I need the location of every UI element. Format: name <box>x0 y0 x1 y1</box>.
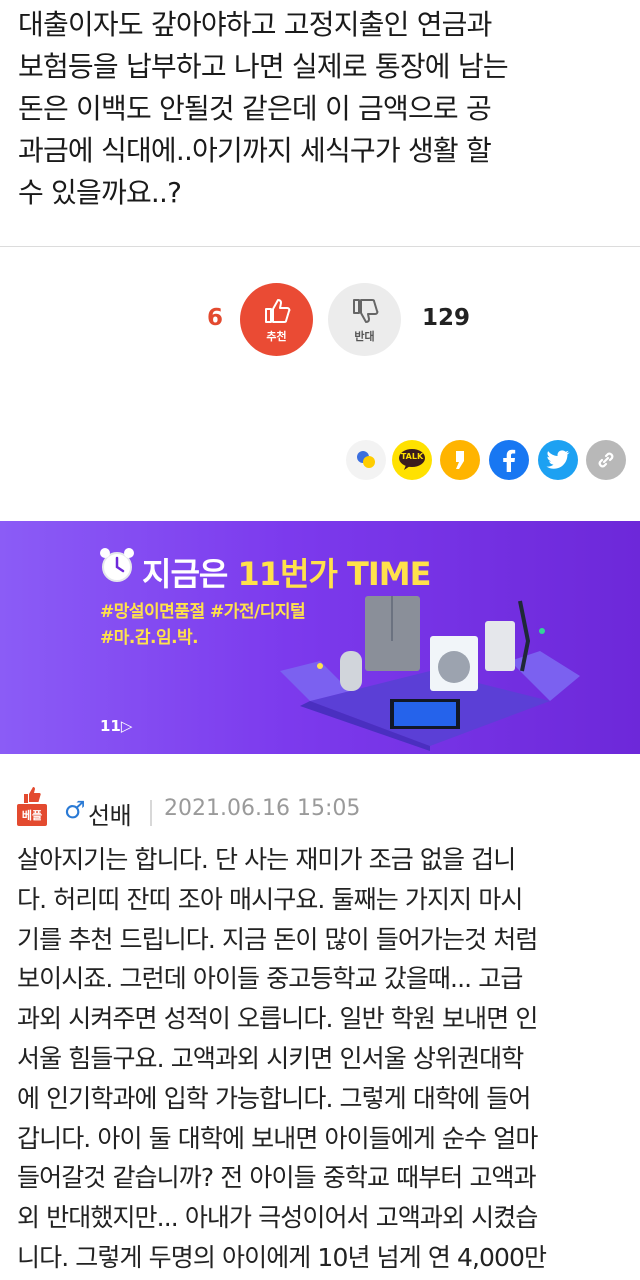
ad-hashtags-2: #마.감.임.박. <box>100 628 199 648</box>
comment-header: 베플 ♂ 선배 2021.06.16 15:05 <box>0 787 640 831</box>
thumbs-up-icon <box>264 298 290 323</box>
downvote-count: 129 <box>422 305 471 331</box>
facebook-icon[interactable] <box>489 440 529 480</box>
thumbs-down-icon <box>352 298 378 323</box>
kakaotalk-icon[interactable]: TALK <box>392 440 432 480</box>
twitter-icon[interactable] <box>538 440 578 480</box>
upvote-label: 추천 <box>266 329 287 343</box>
ad-banner[interactable]: 지금은 11번가 TIME #망설이면품절 #가전/디지털 #마.감.임.박. … <box>0 521 640 754</box>
comment-date: 2021.06.16 15:05 <box>164 796 361 821</box>
upvote-button[interactable]: 추천 <box>240 283 313 356</box>
post-body: 대출이자도 갚아야하고 고정지출인 연금과 보험등을 납부하고 나면 실제로 통… <box>0 0 640 246</box>
comment-text: 살아지기는 합니다. 단 사는 재미가 조금 없을 겁니 다. 허리띠 잔띠 조… <box>17 845 547 1272</box>
share-bar: TALK <box>0 440 640 480</box>
divider <box>0 246 640 247</box>
separator <box>150 800 152 826</box>
comment-author[interactable]: 선배 <box>88 796 132 831</box>
post-text: 대출이자도 갚아야하고 고정지출인 연금과 보험등을 납부하고 나면 실제로 통… <box>18 8 509 209</box>
alarm-clock-icon <box>100 548 134 582</box>
ad-brand-logo: 11▷ <box>100 717 133 735</box>
ad-title-prefix: 지금은 <box>142 555 238 593</box>
kakao-story-icon[interactable] <box>440 440 480 480</box>
best-thumb-icon <box>24 787 41 803</box>
ad-hashtags-1: #망설이면품절 #가전/디지털 <box>100 602 306 622</box>
male-icon: ♂ <box>64 796 86 824</box>
downvote-button[interactable]: 반대 <box>328 283 401 356</box>
vote-bar: 6 추천 반대 129 <box>0 283 640 358</box>
kakaotalk-label: TALK <box>400 452 424 461</box>
link-icon[interactable] <box>586 440 626 480</box>
best-comment-badge: 베플 <box>17 804 47 826</box>
downvote-label: 반대 <box>354 329 375 343</box>
upvote-count: 6 <box>207 305 224 331</box>
kakaostory-icon[interactable] <box>346 440 386 480</box>
ad-product-illustration <box>280 596 580 751</box>
